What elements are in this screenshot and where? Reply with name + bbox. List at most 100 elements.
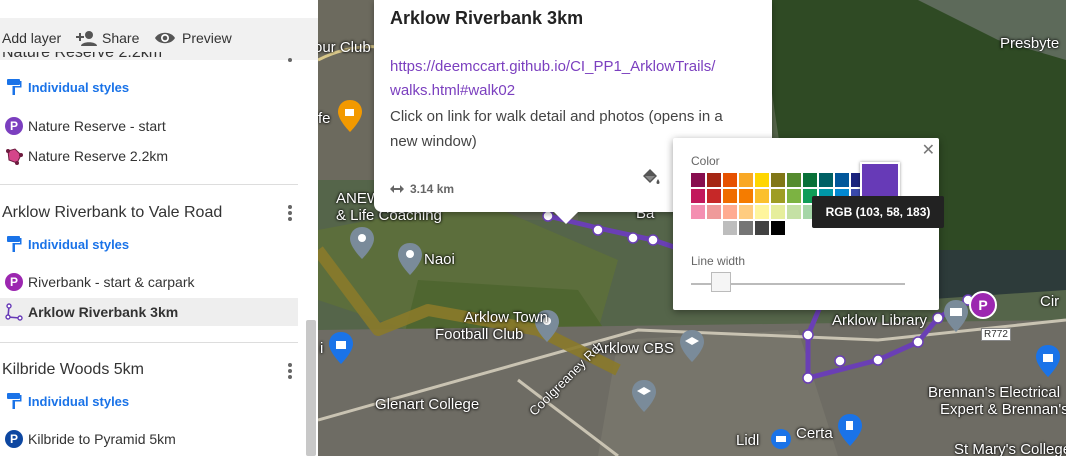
road-number-badge: R772 — [981, 328, 1011, 341]
map-label: Cir — [1040, 293, 1060, 310]
shopping-cart-icon[interactable] — [770, 428, 792, 455]
layer-header[interactable]: Kilbride Woods 5km — [0, 361, 144, 379]
individual-styles-link[interactable]: Individual styles — [0, 391, 129, 411]
link-text-line2: walks.html#walk02 — [390, 82, 516, 99]
map-label: Arklow CBS — [594, 340, 675, 357]
layer-options-menu-icon[interactable] — [288, 56, 292, 64]
color-swatch[interactable] — [787, 205, 801, 219]
add-layer-label: Add layer — [2, 30, 62, 46]
color-swatch[interactable] — [835, 173, 849, 187]
color-swatch[interactable] — [707, 205, 721, 219]
shopping-pin-icon[interactable] — [329, 332, 353, 369]
color-swatch[interactable] — [691, 189, 705, 203]
share-button[interactable]: Share — [76, 30, 139, 46]
fuel-pin-icon[interactable] — [838, 414, 862, 451]
color-swatch[interactable] — [755, 189, 769, 203]
route-start-marker[interactable]: P — [968, 290, 998, 325]
individual-styles-label: Individual styles — [28, 79, 130, 95]
feature-title: Arklow Riverbank 3km — [390, 8, 584, 28]
layer-options-menu-icon[interactable] — [288, 203, 292, 223]
add-layer-button[interactable]: Add layer — [2, 30, 61, 46]
map-label: Presbyte — [1000, 35, 1060, 52]
map-label: St Mary's College — [954, 441, 1066, 456]
color-swatch[interactable] — [739, 173, 753, 187]
color-swatch[interactable] — [723, 189, 737, 203]
preview-label: Preview — [182, 30, 232, 46]
color-swatch[interactable] — [739, 205, 753, 219]
color-swatch[interactable] — [723, 205, 737, 219]
feature-item[interactable]: Nature Reserve 2.2km — [0, 146, 168, 166]
feature-label: Riverbank - start & carpark — [28, 274, 195, 290]
color-swatch[interactable] — [819, 173, 833, 187]
map-label: Football Club — [435, 326, 524, 343]
color-swatch[interactable] — [739, 189, 753, 203]
color-swatch[interactable] — [723, 221, 737, 235]
color-swatch[interactable] — [787, 189, 801, 203]
color-swatch[interactable] — [739, 221, 753, 235]
shopping-pin-icon[interactable] — [1036, 345, 1060, 382]
paint-bucket-icon[interactable] — [640, 168, 662, 193]
sidebar-scrollbar[interactable] — [306, 320, 316, 456]
paint-roller-icon — [3, 391, 25, 411]
layers-sidebar: Add layer Share Preview Nature Reserve 2… — [0, 0, 318, 456]
color-swatch[interactable] — [755, 205, 769, 219]
feature-item[interactable]: P Riverbank - start & carpark — [0, 272, 195, 292]
walk-detail-link[interactable]: https://deemccart.github.io/CI_PP1_Arklo… — [390, 55, 740, 103]
place-pin-icon[interactable] — [350, 227, 374, 264]
map-label: Glenart College — [375, 396, 480, 413]
color-swatch[interactable] — [691, 205, 705, 219]
color-swatch[interactable] — [771, 221, 785, 235]
color-swatch[interactable] — [723, 173, 737, 187]
color-swatch[interactable] — [755, 173, 769, 187]
place-pin-icon[interactable] — [398, 243, 422, 280]
line-width-slider-thumb[interactable] — [711, 272, 731, 292]
color-swatch[interactable] — [771, 189, 785, 203]
line-width-label: Line width — [691, 254, 746, 268]
color-swatch[interactable] — [707, 189, 721, 203]
layer-options-menu-icon[interactable] — [288, 361, 292, 381]
layer-divider — [0, 184, 298, 185]
layer-title: Nature Reserve 2.2km — [2, 52, 163, 61]
eye-icon — [154, 31, 176, 45]
layer-title: Kilbride Woods 5km — [2, 361, 144, 378]
cafe-pin-icon[interactable] — [338, 100, 362, 137]
map-label: Naoi — [424, 251, 455, 268]
selected-color-swatch[interactable] — [860, 162, 900, 198]
color-swatch[interactable] — [771, 173, 785, 187]
color-tooltip: RGB (103, 58, 183) — [812, 196, 944, 228]
paint-roller-icon — [3, 77, 25, 97]
individual-styles-link[interactable]: Individual styles — [0, 77, 129, 97]
layer-divider — [0, 342, 298, 343]
map-label: Expert & Brennan's — [940, 401, 1066, 418]
map-label: Arklow Town — [464, 309, 548, 326]
feature-label: Arklow Riverbank 3km — [28, 304, 179, 320]
color-swatch[interactable] — [803, 173, 817, 187]
school-pin-icon[interactable] — [680, 330, 704, 367]
feature-label: Nature Reserve - start — [28, 118, 166, 134]
feature-item-selected[interactable]: Arklow Riverbank 3km — [0, 302, 178, 322]
color-swatch[interactable] — [707, 173, 721, 187]
close-icon[interactable]: ✕ — [922, 140, 935, 160]
preview-button[interactable]: Preview — [154, 30, 232, 46]
color-swatch[interactable] — [787, 173, 801, 187]
polygon-icon — [3, 146, 25, 166]
color-swatch[interactable] — [707, 221, 721, 235]
feature-distance: 3.14 km — [390, 182, 454, 196]
color-swatch[interactable] — [691, 173, 705, 187]
color-swatch[interactable] — [755, 221, 769, 235]
feature-item[interactable]: P Nature Reserve - start — [0, 116, 166, 136]
individual-styles-label: Individual styles — [28, 236, 130, 252]
color-label: Color — [691, 154, 720, 168]
color-swatch[interactable] — [771, 205, 785, 219]
map-label: fe — [318, 110, 331, 127]
line-icon — [3, 302, 25, 322]
individual-styles-label: Individual styles — [28, 393, 130, 409]
individual-styles-link[interactable]: Individual styles — [0, 234, 129, 254]
layer-header[interactable]: Arklow Riverbank to Vale Road — [0, 204, 222, 222]
distance-arrows-icon — [390, 185, 404, 193]
school-pin-icon[interactable] — [632, 380, 656, 417]
feature-item[interactable]: P Kilbride to Pyramid 5km — [0, 429, 176, 449]
paint-roller-icon — [3, 234, 25, 254]
layer-title: Arklow Riverbank to Vale Road — [2, 204, 223, 221]
library-pin-icon[interactable] — [944, 300, 968, 337]
